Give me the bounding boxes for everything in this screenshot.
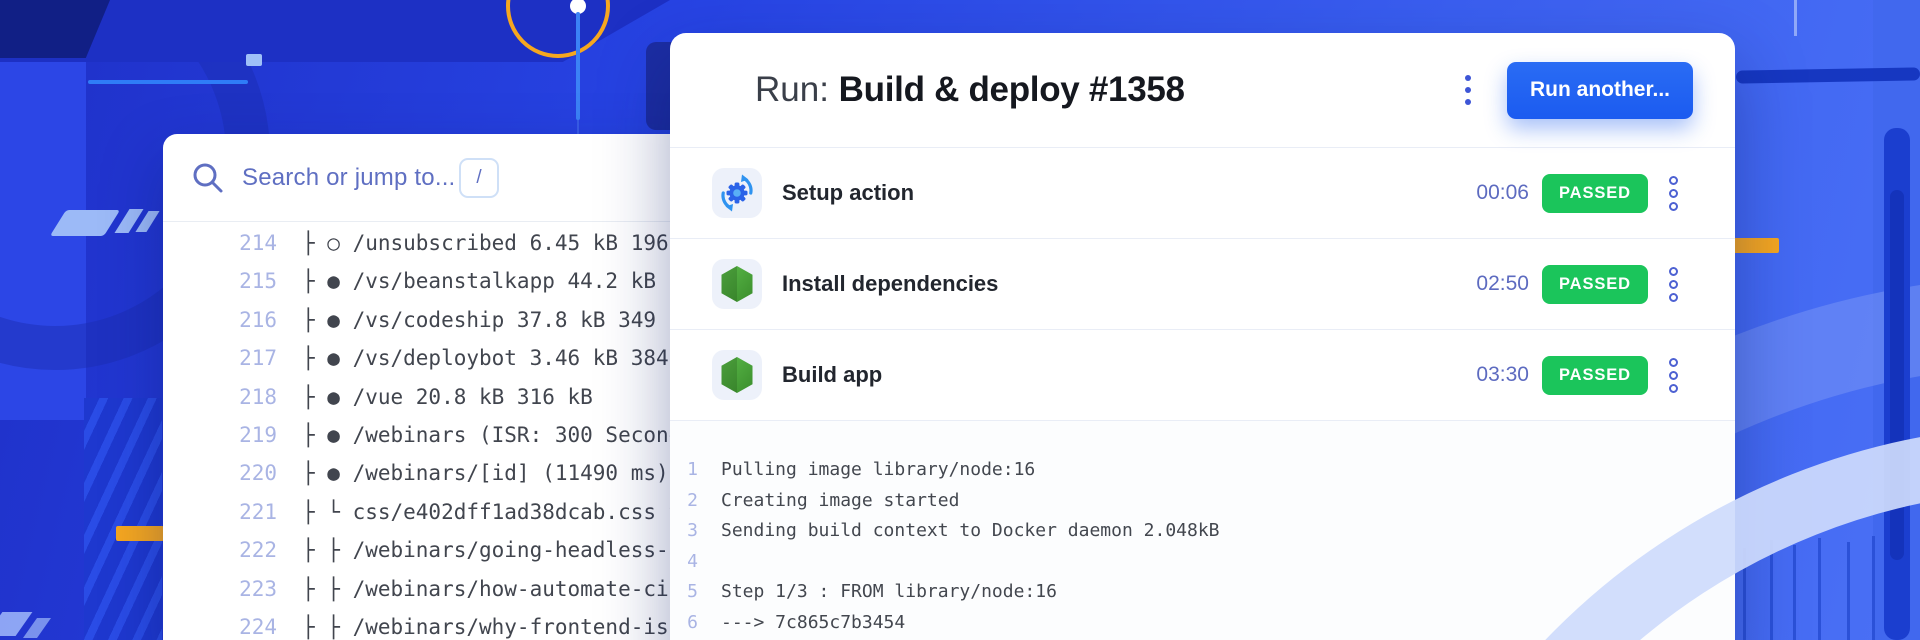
build-output-terminal[interactable]: 214 ├ ○ /unsubscribed 6.45 kB 196 215 ├ ● … bbox=[163, 222, 703, 640]
pipeline-step-row[interactable]: Setup action 00:06 PASSED bbox=[670, 148, 1735, 239]
terminal-line: 215 ├ ● /vs/beanstalkapp 44.2 kB 3 bbox=[239, 269, 682, 294]
pipeline-step-row[interactable]: Install dependencies 02:50 PASSED bbox=[670, 239, 1735, 330]
kebab-dot-icon bbox=[1465, 99, 1471, 105]
string-line-decoration bbox=[1793, 545, 1796, 640]
run-title: Build & deploy #1358 bbox=[838, 70, 1185, 109]
log-line: 1 Pulling image library/node:16 bbox=[687, 459, 1036, 480]
action-icon-tile bbox=[712, 259, 762, 309]
thin-line-decoration bbox=[1794, 0, 1797, 36]
background-striped-column bbox=[84, 398, 162, 640]
background-chip-decoration bbox=[246, 54, 262, 66]
terminal-line: 222 ├ ├ /webinars/going-headless-n bbox=[239, 538, 682, 563]
log-line: 2 Creating image started bbox=[687, 489, 960, 511]
slash-shortcut-key: / bbox=[459, 157, 499, 198]
kebab-ring-icon bbox=[1669, 188, 1678, 198]
background-line-decoration bbox=[88, 80, 248, 84]
node-hexagon-icon bbox=[721, 357, 753, 393]
step-log-viewer[interactable]: 1 Pulling image library/node:16 2 Creating… bbox=[670, 421, 1735, 640]
action-icon-tile bbox=[712, 168, 762, 218]
terminal-line: 220 ├ ● /webinars/[id] (11490 ms) bbox=[239, 461, 669, 486]
search-input[interactable]: Search or jump to... / bbox=[163, 134, 703, 222]
terminal-line: 224 ├ ├ /webinars/why-frontend-is- bbox=[239, 615, 682, 640]
string-line-decoration bbox=[1872, 536, 1875, 640]
kebab-dot-icon bbox=[1465, 87, 1471, 93]
search-placeholder: Search or jump to... bbox=[242, 163, 456, 191]
log-line: 5 Step 1/3 : FROM library/node:16 bbox=[687, 581, 1057, 602]
run-another-button[interactable]: Run another... bbox=[1507, 61, 1693, 119]
kebab-ring-icon bbox=[1669, 175, 1678, 185]
step-name: Build app bbox=[782, 362, 883, 387]
kebab-ring-icon bbox=[1669, 279, 1678, 289]
gear-sync-icon bbox=[721, 174, 753, 212]
search-panel: Search or jump to... / 214 ├ ○ /unsubscri… bbox=[163, 134, 703, 640]
search-icon bbox=[193, 163, 223, 192]
string-line-decoration bbox=[1847, 542, 1850, 640]
terminal-line: 216 ├ ● /vs/codeship 37.8 kB 349 k bbox=[239, 307, 682, 332]
status-badge: PASSED bbox=[1541, 264, 1648, 304]
terminal-line: 221 ├ └ css/e402dff1ad38dcab.css 9 bbox=[239, 499, 682, 524]
log-line: 6 ---> 7c865c7b3454 bbox=[687, 611, 906, 633]
run-details-card: Run: Build & deploy #1358 Run another... bbox=[670, 33, 1735, 640]
string-line-decoration bbox=[1743, 548, 1746, 640]
terminal-line: 219 ├ ● /webinars (ISR: 300 Second bbox=[239, 423, 682, 448]
yellow-bar-decoration bbox=[116, 526, 164, 541]
run-card-header: Run: Build & deploy #1358 Run another... bbox=[670, 33, 1735, 148]
kebab-ring-icon bbox=[1669, 370, 1678, 380]
run-options-kebab-button[interactable] bbox=[1457, 67, 1479, 113]
log-line: 3 Sending build context to Docker daemon … bbox=[687, 520, 1220, 541]
terminal-line: 214 ├ ○ /unsubscribed 6.45 kB 196 bbox=[239, 231, 669, 255]
status-badge: PASSED bbox=[1541, 355, 1648, 395]
background-slash-decoration bbox=[22, 618, 52, 638]
step-name: Install dependencies bbox=[782, 271, 999, 296]
step-options-kebab-button[interactable] bbox=[1665, 263, 1682, 306]
kebab-ring-icon bbox=[1669, 292, 1678, 302]
step-options-kebab-button[interactable] bbox=[1665, 354, 1682, 397]
page-title: Run: Build & deploy #1358 bbox=[755, 70, 1185, 109]
status-badge: PASSED bbox=[1541, 173, 1648, 213]
kebab-ring-icon bbox=[1669, 383, 1678, 393]
string-line-decoration bbox=[1818, 538, 1821, 640]
step-duration: 02:50 bbox=[1476, 272, 1529, 295]
brush-stroke-decoration bbox=[1890, 190, 1904, 560]
step-name: Setup action bbox=[782, 180, 915, 205]
step-duration: 00:06 bbox=[1476, 181, 1529, 204]
hero-background: Search or jump to... / 214 ├ ○ /unsubscri… bbox=[0, 0, 1920, 640]
kebab-ring-icon bbox=[1669, 201, 1678, 211]
yellow-bar-decoration bbox=[1728, 238, 1779, 253]
step-duration: 03:30 bbox=[1476, 363, 1529, 386]
kebab-dot-icon bbox=[1465, 75, 1471, 81]
terminal-line: 218 ├ ● /vue 20.8 kB 316 kB bbox=[239, 384, 593, 409]
terminal-line: 223 ├ ├ /webinars/how-automate-ci- bbox=[239, 576, 682, 601]
kebab-ring-icon bbox=[1669, 266, 1678, 276]
terminal-line: 217 ├ ● /vs/deploybot 3.46 kB 384 bbox=[239, 346, 669, 371]
step-options-kebab-button[interactable] bbox=[1665, 172, 1682, 215]
log-line: 4 bbox=[687, 550, 698, 572]
kebab-ring-icon bbox=[1669, 357, 1678, 367]
pipeline-step-row[interactable]: Build app 03:30 PASSED bbox=[670, 330, 1735, 421]
string-line-decoration bbox=[1770, 540, 1773, 640]
plumb-line-decoration bbox=[576, 12, 580, 120]
action-icon-tile bbox=[712, 350, 762, 400]
node-hexagon-icon bbox=[721, 266, 753, 302]
